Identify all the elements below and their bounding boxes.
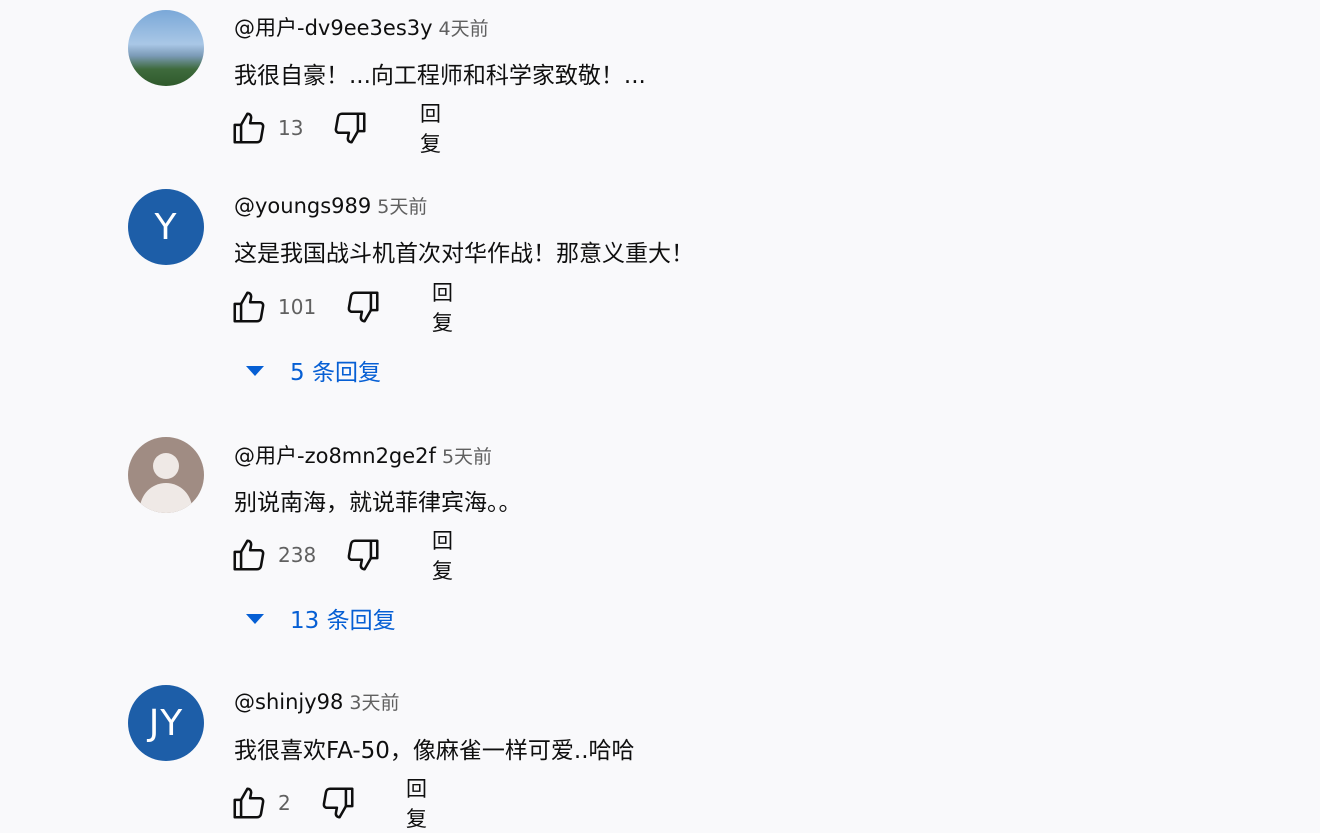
replies-count-label: 5 条回复 — [290, 360, 381, 386]
view-replies-button[interactable]: 5 条回复 — [246, 352, 381, 388]
comment-actions: 2 回复 — [230, 777, 427, 831]
view-replies-button[interactable]: 13 条回复 — [246, 600, 396, 636]
comment-header: @用户-zo8mn2ge2f 5天前 — [234, 440, 492, 470]
username[interactable]: @用户-dv9ee3es3y — [234, 16, 433, 40]
username[interactable]: @youngs989 — [234, 194, 371, 218]
default-avatar-body — [140, 483, 192, 513]
comment-text: 这是我国战斗机首次对华作战！那意义重大！ — [234, 241, 694, 267]
like-count: 13 — [278, 116, 304, 140]
reply-button[interactable]: 回复 — [420, 98, 441, 158]
avatar-initials: JY — [148, 702, 184, 744]
comment-actions: 101 回复 — [230, 281, 453, 335]
username[interactable]: @shinjy98 — [234, 690, 343, 714]
username[interactable]: @用户-zo8mn2ge2f — [234, 444, 436, 468]
avatar[interactable]: JY — [128, 685, 204, 761]
reply-button[interactable]: 回复 — [432, 277, 453, 337]
thumb-up-icon[interactable] — [230, 536, 268, 574]
comment-text: 我很喜欢FA-50，像麻雀一样可爱..哈哈 — [234, 738, 635, 764]
thumb-down-icon[interactable] — [319, 784, 357, 822]
caret-down-icon — [246, 366, 264, 376]
comment-text: 别说南海，就说菲律宾海。。 — [234, 490, 522, 516]
thumb-down-icon[interactable] — [344, 288, 382, 326]
default-avatar-head — [153, 453, 179, 479]
comment-header: @youngs989 5天前 — [234, 192, 427, 219]
comment-header: @用户-dv9ee3es3y 4天前 — [234, 12, 489, 42]
timestamp[interactable]: 5天前 — [442, 446, 492, 468]
reply-button[interactable]: 回复 — [406, 773, 427, 833]
thumb-up-icon[interactable] — [230, 109, 268, 147]
thumb-down-icon[interactable] — [344, 536, 382, 574]
like-count: 2 — [278, 791, 291, 815]
timestamp[interactable]: 3天前 — [349, 692, 399, 714]
reply-button[interactable]: 回复 — [432, 525, 453, 585]
comment-actions: 13 回复 — [230, 102, 441, 156]
caret-down-icon — [246, 614, 264, 624]
thumb-up-icon[interactable] — [230, 784, 268, 822]
thumb-down-icon[interactable] — [331, 109, 369, 147]
avatar[interactable]: Y — [128, 189, 204, 265]
comment-text: 我很自豪！...向工程师和科学家致敬！... — [234, 63, 646, 89]
replies-count-label: 13 条回复 — [290, 608, 396, 634]
like-count: 101 — [278, 295, 317, 319]
avatar[interactable] — [128, 437, 204, 513]
thumb-up-icon[interactable] — [230, 288, 268, 326]
avatar-initials: Y — [154, 206, 178, 248]
comment-actions: 238 回复 — [230, 529, 453, 583]
like-count: 238 — [278, 543, 317, 567]
timestamp[interactable]: 5天前 — [377, 196, 427, 218]
comment-header: @shinjy98 3天前 — [234, 688, 399, 715]
timestamp[interactable]: 4天前 — [439, 18, 489, 40]
avatar[interactable] — [128, 10, 204, 86]
